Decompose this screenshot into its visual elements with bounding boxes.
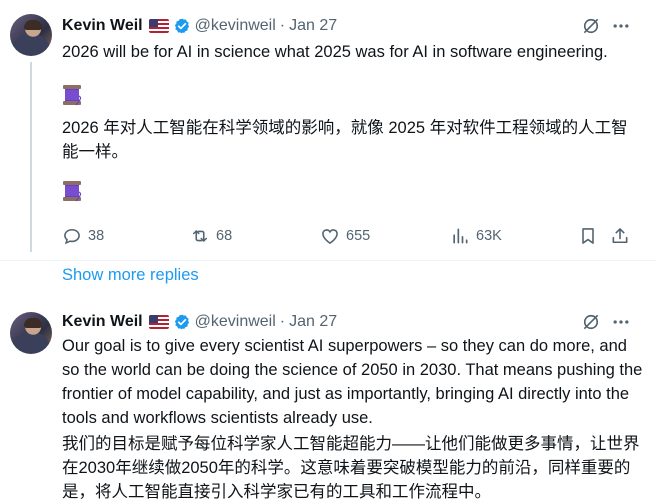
tweet-text-zh: 我们的目标是赋予每位科学家人工智能超能力——让他们能做更多事情，让世界在2030… [62, 435, 640, 501]
separator-dot: · [279, 313, 286, 330]
tweet-actions: 38 68 655 63K [62, 222, 640, 250]
divider [0, 260, 656, 261]
separator-dot: · [279, 17, 286, 34]
author-handle[interactable]: @kevinweil [195, 313, 276, 331]
tweet[interactable]: Kevin Weil @kevinweil · Jan 27 Our goal … [0, 300, 656, 501]
retweet-button[interactable]: 68 [190, 222, 232, 250]
views-count: 63K [476, 228, 502, 244]
tweet-date[interactable]: Jan 27 [289, 313, 337, 331]
grok-icon[interactable] [580, 15, 602, 37]
reply-icon [64, 228, 80, 245]
show-more-replies-link[interactable]: Show more replies [62, 266, 199, 285]
bookmark-button[interactable] [578, 222, 604, 250]
more-icon[interactable] [610, 15, 632, 37]
tweet-header: Kevin Weil @kevinweil · Jan 27 [62, 14, 337, 38]
reply-count: 38 [88, 228, 105, 244]
verified-icon [174, 18, 189, 34]
thread-line [30, 62, 32, 252]
spool-of-thread-icon [63, 85, 82, 106]
tweet-header: Kevin Weil @kevinweil · Jan 27 [62, 310, 337, 334]
tweet-text-en: 2026 will be for AI in science what 2025… [62, 43, 608, 61]
verified-icon [174, 314, 189, 330]
share-icon [612, 228, 628, 244]
views-icon [453, 228, 468, 244]
views-button[interactable]: 63K [450, 222, 502, 250]
grok-icon[interactable] [580, 311, 602, 333]
tweet-date[interactable]: Jan 27 [289, 17, 337, 35]
avatar[interactable] [10, 14, 52, 56]
spool-of-thread-icon [63, 181, 82, 202]
share-button[interactable] [610, 222, 636, 250]
tweet[interactable]: Kevin Weil @kevinweil · Jan 27 2026 will… [0, 0, 656, 260]
us-flag-icon [148, 315, 169, 329]
author-handle[interactable]: @kevinweil [195, 17, 276, 35]
retweet-count: 68 [216, 228, 233, 244]
tweet-text-en: Our goal is to give every scientist AI s… [62, 337, 643, 427]
author-name[interactable]: Kevin Weil [62, 17, 143, 35]
more-icon[interactable] [610, 311, 632, 333]
like-icon [322, 229, 338, 245]
us-flag-icon [148, 19, 169, 33]
bookmark-icon [582, 228, 594, 244]
tweet-text-zh: 2026 年对人工智能在科学领域的影响，就像 2025 年对软件工程领域的人工智… [62, 119, 628, 161]
retweet-icon [192, 230, 208, 242]
like-button[interactable]: 655 [320, 222, 370, 250]
reply-button[interactable]: 38 [62, 222, 104, 250]
like-count: 655 [346, 228, 371, 244]
avatar[interactable] [10, 312, 52, 354]
author-name[interactable]: Kevin Weil [62, 313, 143, 331]
